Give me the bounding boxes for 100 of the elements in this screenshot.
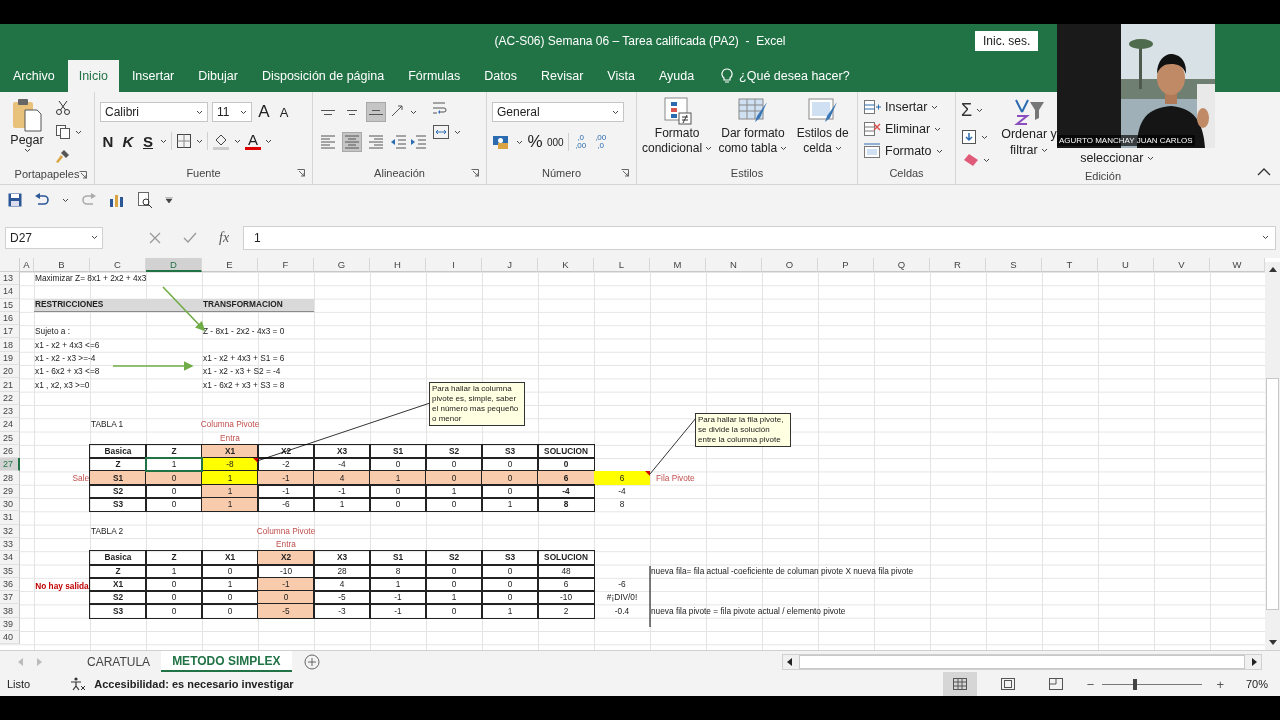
caret-icon[interactable] (1041, 148, 1049, 154)
number-format-select[interactable]: General (492, 102, 624, 122)
zoom-in-button[interactable]: + (1216, 676, 1224, 692)
row-header[interactable]: 14 (0, 285, 20, 299)
percent-button[interactable]: % (527, 132, 543, 152)
accessibility-status[interactable]: Accesibilidad: es necesario investigar (94, 678, 294, 690)
caret-icon[interactable] (935, 148, 943, 154)
fill-down-icon[interactable] (961, 129, 977, 145)
row-header[interactable]: 38 (0, 604, 20, 618)
undo-icon[interactable] (34, 193, 50, 207)
ribbon-tab[interactable]: Inicio (67, 60, 119, 92)
cells-button[interactable]: Eliminar (863, 119, 942, 139)
ribbon-tab[interactable]: Revisar (529, 60, 595, 92)
column-header[interactable]: C (90, 258, 146, 272)
ribbon-tab[interactable]: Ayuda (647, 60, 706, 92)
scroll-left-icon[interactable] (787, 657, 793, 666)
cancel-icon[interactable] (149, 231, 161, 244)
column-header[interactable]: L (594, 258, 650, 272)
styles-button[interactable]: Estilos de celda (793, 96, 852, 156)
row-header[interactable]: 37 (0, 591, 20, 605)
borders-icon[interactable] (176, 133, 192, 149)
column-header[interactable]: D (146, 258, 202, 272)
caret-icon[interactable] (240, 109, 247, 115)
caret-icon[interactable] (265, 138, 272, 144)
caret-icon[interactable] (516, 139, 523, 145)
zoom-level[interactable]: 70% (1245, 678, 1268, 690)
column-header[interactable]: O (762, 258, 818, 272)
row-header[interactable]: 24 (0, 418, 20, 432)
decrease-indent-icon[interactable] (390, 135, 406, 149)
column-header[interactable]: V (1154, 258, 1210, 272)
ribbon-tab[interactable]: Vista (596, 60, 646, 92)
row-header[interactable]: 34 (0, 551, 20, 565)
column-header[interactable]: N (706, 258, 762, 272)
sign-in-button[interactable]: Inic. ses. (975, 31, 1039, 51)
ribbon-tab[interactable]: Datos (473, 60, 528, 92)
column-header[interactable]: S (986, 258, 1042, 272)
caret-icon[interactable] (454, 129, 461, 135)
add-sheet-icon[interactable] (303, 653, 320, 670)
normal-view-button[interactable] (942, 672, 977, 696)
caret-icon[interactable] (75, 129, 82, 135)
column-header[interactable]: G (314, 258, 370, 272)
name-box[interactable]: D27 (5, 226, 103, 249)
autosum-button[interactable]: Σ (961, 100, 973, 121)
caret-icon[interactable] (981, 134, 988, 140)
caret-icon[interactable] (196, 138, 203, 144)
check-icon[interactable] (183, 231, 197, 244)
scroll-right-icon[interactable] (1251, 657, 1257, 666)
caret-icon[interactable] (934, 126, 942, 132)
caret-icon[interactable] (62, 197, 69, 203)
caret-icon[interactable] (612, 109, 619, 115)
bold-button[interactable]: N (100, 132, 116, 150)
ribbon-tab[interactable]: Dibujar (187, 60, 249, 92)
column-header[interactable]: I (426, 258, 482, 272)
sort-filter-button[interactable]: Ordenar y filtrar (1000, 96, 1058, 158)
caret-icon[interactable] (983, 157, 990, 163)
row-header[interactable]: 18 (0, 338, 20, 352)
paste-button[interactable]: Pegar (5, 96, 49, 153)
zoom-slider-thumb[interactable] (1133, 678, 1138, 690)
find-select-button[interactable]: seleccionar (1072, 150, 1162, 166)
merge-cells-icon[interactable] (432, 124, 450, 140)
column-header[interactable]: F (258, 258, 314, 272)
column-header[interactable]: R (930, 258, 986, 272)
customize-toolbar-icon[interactable] (165, 197, 173, 203)
ribbon-tab[interactable]: Fórmulas (397, 60, 472, 92)
row-header[interactable]: 40 (0, 631, 20, 645)
horizontal-scrollbar[interactable] (782, 653, 1262, 670)
dialog-launcher-icon[interactable] (471, 169, 479, 177)
caret-icon[interactable] (780, 146, 788, 152)
column-header[interactable]: P (818, 258, 874, 272)
column-header[interactable]: K (538, 258, 594, 272)
italic-button[interactable]: K (120, 132, 136, 150)
ribbon-tab[interactable]: Insertar (120, 60, 186, 92)
column-header[interactable]: U (1098, 258, 1154, 272)
caret-icon[interactable] (835, 146, 843, 152)
thousands-button[interactable]: 000 (547, 136, 564, 148)
font-name-select[interactable]: Calibri (100, 102, 208, 122)
row-header[interactable]: 27 (0, 458, 20, 472)
font-size-select[interactable]: 11 (212, 102, 252, 122)
increase-indent-icon[interactable] (410, 135, 426, 149)
caret-icon[interactable] (705, 146, 713, 152)
ribbon-tab[interactable]: Archivo (2, 60, 66, 92)
row-header[interactable]: 20 (0, 365, 20, 379)
column-header[interactable]: A (20, 258, 34, 272)
row-header[interactable]: 13 (0, 272, 20, 286)
increase-decimal-button[interactable]: ,0 ,00 (572, 134, 589, 150)
caret-icon[interactable] (196, 109, 203, 115)
caret-icon[interactable] (1146, 156, 1154, 162)
column-header[interactable]: W (1210, 258, 1265, 272)
sheet-tab[interactable]: CARATULA (76, 651, 162, 672)
row-header[interactable]: 17 (0, 325, 20, 339)
formula-input[interactable]: 1 (243, 225, 1276, 250)
dialog-launcher-icon[interactable] (79, 171, 87, 179)
shrink-font-button[interactable]: A (276, 104, 292, 120)
print-preview-icon[interactable] (137, 192, 153, 208)
accessibility-icon[interactable] (70, 677, 87, 691)
dialog-launcher-icon[interactable] (621, 169, 629, 177)
row-header[interactable]: 21 (0, 378, 20, 392)
zoom-out-button[interactable]: − (1086, 676, 1095, 692)
underline-button[interactable]: S (140, 132, 156, 150)
styles-button[interactable]: Dar formato como tabla (718, 96, 788, 156)
